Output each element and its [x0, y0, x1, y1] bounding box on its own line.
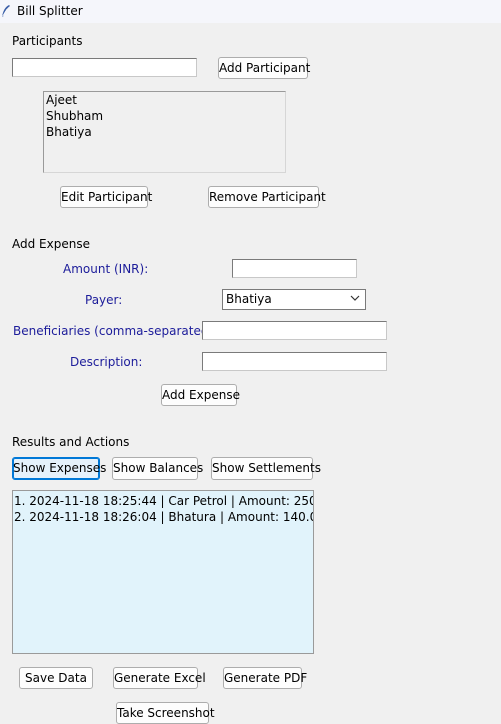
- save-data-button[interactable]: Save Data: [19, 667, 93, 689]
- list-item[interactable]: Bhatiya: [46, 125, 92, 139]
- add-expense-section-label: Add Expense: [12, 237, 90, 251]
- results-section-label: Results and Actions: [12, 435, 130, 449]
- title-bar: Bill Splitter: [0, 0, 501, 23]
- amount-input[interactable]: [232, 259, 357, 278]
- participant-name-input[interactable]: [12, 58, 197, 77]
- description-input[interactable]: [202, 352, 387, 371]
- window-title: Bill Splitter: [17, 4, 83, 18]
- result-line: 2. 2024-11-18 18:26:04 | Bhatura | Amoun…: [14, 510, 313, 524]
- generate-pdf-button[interactable]: Generate PDF: [223, 667, 307, 689]
- list-item[interactable]: Shubham: [46, 109, 103, 123]
- payer-label: Payer:: [85, 293, 123, 307]
- edit-participant-button[interactable]: Edit Participant: [60, 186, 152, 208]
- results-textbox[interactable]: 1. 2024-11-18 18:25:44 | Car Petrol | Am…: [12, 490, 314, 654]
- show-balances-button[interactable]: Show Balances: [112, 457, 203, 480]
- beneficiaries-label: Beneficiaries (comma-separated):: [13, 324, 218, 338]
- participants-section-label: Participants: [12, 34, 83, 48]
- remove-participant-button[interactable]: Remove Participant: [208, 186, 326, 208]
- payer-select[interactable]: Bhatiya: [222, 289, 366, 310]
- generate-excel-button[interactable]: Generate Excel: [113, 667, 206, 689]
- participants-listbox[interactable]: Ajeet Shubham Bhatiya: [43, 91, 286, 173]
- result-line: 1. 2024-11-18 18:25:44 | Car Petrol | Am…: [14, 494, 313, 508]
- amount-label: Amount (INR):: [63, 262, 149, 276]
- chevron-down-icon: [350, 295, 360, 301]
- show-settlements-button[interactable]: Show Settlements: [211, 457, 321, 480]
- add-expense-button[interactable]: Add Expense: [161, 384, 240, 406]
- list-item[interactable]: Ajeet: [46, 93, 77, 107]
- take-screenshot-button[interactable]: Take Screenshot: [116, 702, 215, 724]
- description-label: Description:: [70, 355, 143, 369]
- beneficiaries-input[interactable]: [202, 321, 387, 340]
- add-participant-button[interactable]: Add Participant: [218, 57, 310, 79]
- show-expenses-button[interactable]: Show Expenses: [12, 457, 106, 480]
- payer-selected-value: Bhatiya: [226, 292, 272, 306]
- feather-icon: [1, 5, 10, 18]
